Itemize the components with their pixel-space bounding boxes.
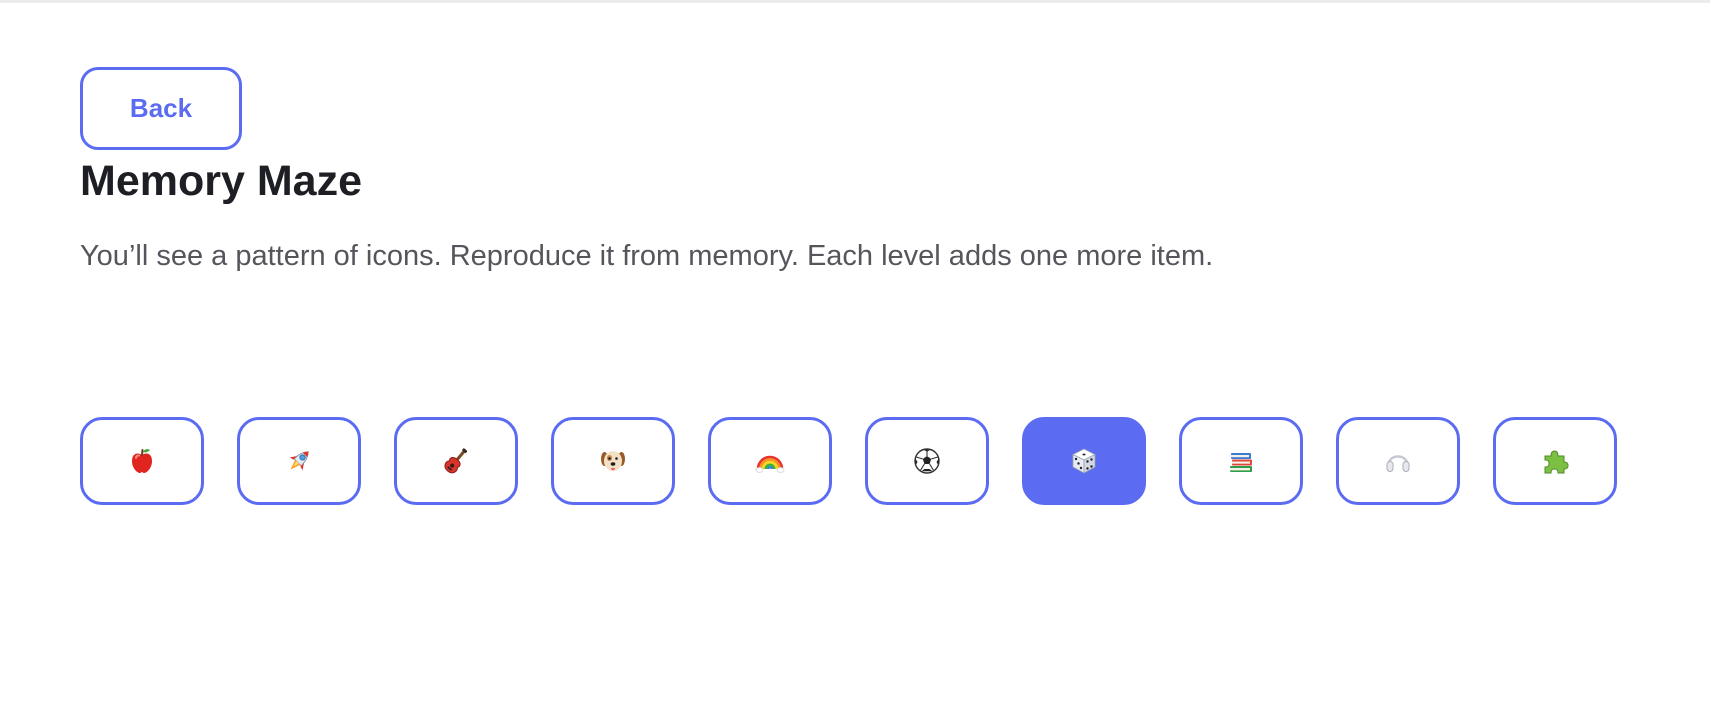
icon-tile-row (80, 417, 1617, 505)
icon-tile[interactable] (80, 417, 204, 505)
dice-icon (1072, 448, 1096, 474)
icon-tile-selected[interactable] (1022, 417, 1146, 505)
icon-tile[interactable] (865, 417, 989, 505)
icon-tile[interactable] (1493, 417, 1617, 505)
icon-tile[interactable] (237, 417, 361, 505)
rainbow-icon (755, 455, 785, 473)
page-title: Memory Maze (80, 157, 362, 205)
dog-icon (601, 451, 625, 471)
puzzle-piece-icon (1544, 450, 1569, 474)
icon-tile[interactable] (1179, 417, 1303, 505)
back-button[interactable]: Back (80, 67, 242, 150)
icon-tile[interactable] (394, 417, 518, 505)
headphones-icon (1386, 455, 1410, 472)
books-icon (1230, 453, 1252, 472)
game-header: Back Memory Maze You’ll see a pattern of… (80, 67, 1640, 275)
top-divider (0, 0, 1710, 3)
rocket-icon (289, 451, 309, 471)
game-instructions: You’ll see a pattern of icons. Reproduce… (80, 239, 1214, 272)
icon-tile[interactable] (1336, 417, 1460, 505)
icon-tile[interactable] (708, 417, 832, 505)
soccer-ball-icon (914, 448, 940, 474)
guitar-icon (444, 448, 468, 474)
apple-icon (132, 449, 152, 473)
icon-tile[interactable] (551, 417, 675, 505)
